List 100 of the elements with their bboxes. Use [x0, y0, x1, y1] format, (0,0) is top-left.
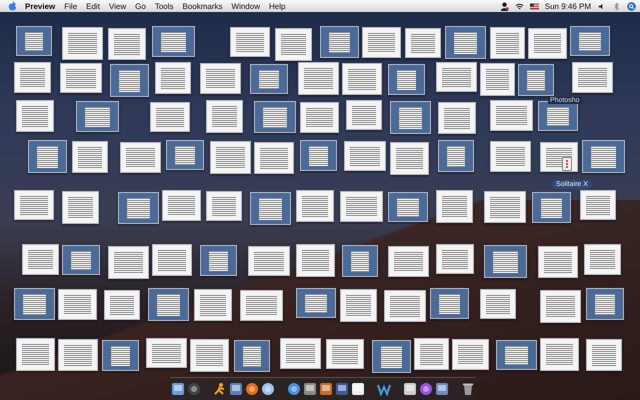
- window-thumbnail[interactable]: [58, 339, 98, 371]
- person-icon[interactable]: [500, 2, 509, 10]
- window-thumbnail[interactable]: [362, 27, 401, 58]
- window-thumbnail[interactable]: [72, 141, 108, 173]
- window-thumbnail[interactable]: [76, 101, 119, 132]
- window-thumbnail[interactable]: [538, 101, 578, 131]
- window-thumbnail[interactable]: [148, 288, 189, 321]
- window-thumbnail[interactable]: [280, 338, 321, 369]
- window-thumbnail[interactable]: [104, 290, 140, 320]
- window-thumbnail[interactable]: [346, 100, 382, 130]
- window-thumbnail[interactable]: [250, 192, 291, 225]
- menu-item[interactable]: Go: [135, 2, 146, 10]
- menu-item[interactable]: Window: [232, 2, 260, 10]
- bluetooth-icon[interactable]: [612, 2, 621, 10]
- window-thumbnail[interactable]: [62, 27, 103, 60]
- window-thumbnail[interactable]: [118, 192, 159, 224]
- window-thumbnail[interactable]: [586, 288, 624, 320]
- window-thumbnail[interactable]: [436, 244, 474, 274]
- window-thumbnail[interactable]: [572, 62, 613, 93]
- wifi-icon[interactable]: [514, 2, 524, 10]
- window-thumbnail[interactable]: [582, 140, 625, 173]
- window-thumbnail[interactable]: [108, 28, 146, 60]
- window-thumbnail[interactable]: [155, 62, 191, 94]
- window-thumbnail[interactable]: [342, 63, 382, 95]
- window-thumbnail[interactable]: [388, 246, 429, 277]
- window-thumbnail[interactable]: [480, 289, 516, 319]
- window-thumbnail[interactable]: [326, 339, 364, 369]
- window-thumbnail[interactable]: [372, 340, 411, 373]
- window-thumbnail[interactable]: [240, 290, 283, 321]
- window-thumbnail[interactable]: [22, 244, 59, 275]
- window-thumbnail[interactable]: [16, 100, 54, 132]
- app-menu[interactable]: Preview: [25, 2, 56, 10]
- window-thumbnail[interactable]: [110, 64, 149, 97]
- menu-clock[interactable]: Sun 9:46 PM: [544, 2, 591, 10]
- running-figure-icon[interactable]: [213, 382, 227, 396]
- window-thumbnail[interactable]: [518, 64, 554, 96]
- window-thumbnail[interactable]: [540, 338, 579, 371]
- window-thumbnail[interactable]: [384, 290, 426, 322]
- window-thumbnail[interactable]: [484, 245, 527, 278]
- window-thumbnail[interactable]: [586, 339, 622, 371]
- window-thumbnail[interactable]: [200, 63, 241, 94]
- window-thumbnail[interactable]: [190, 339, 229, 372]
- window-thumbnail[interactable]: [480, 63, 515, 96]
- window-thumbnail[interactable]: [540, 290, 581, 323]
- window-thumbnail[interactable]: [390, 101, 431, 134]
- window-thumbnail[interactable]: [430, 288, 469, 319]
- window-thumbnail[interactable]: [210, 141, 251, 174]
- window-thumbnail[interactable]: [438, 140, 474, 172]
- menu-item[interactable]: Bookmarks: [182, 2, 223, 10]
- window-thumbnail[interactable]: [298, 62, 339, 95]
- window-thumbnail[interactable]: [490, 100, 533, 131]
- window-thumbnail[interactable]: [206, 191, 242, 221]
- window-thumbnail[interactable]: [14, 190, 54, 220]
- window-thumbnail[interactable]: [152, 26, 195, 57]
- menu-item[interactable]: Edit: [86, 2, 100, 10]
- window-thumbnail[interactable]: [200, 245, 237, 276]
- window-thumbnail[interactable]: [254, 142, 294, 174]
- window-thumbnail[interactable]: [234, 340, 270, 372]
- letter-w-icon[interactable]: [377, 382, 391, 396]
- window-thumbnail[interactable]: [248, 246, 290, 276]
- menu-item[interactable]: View: [108, 2, 126, 10]
- window-thumbnail[interactable]: [484, 191, 526, 223]
- trash-icon[interactable]: [461, 382, 475, 396]
- window-thumbnail[interactable]: [584, 244, 621, 275]
- window-thumbnail[interactable]: [108, 246, 149, 279]
- flag-icon[interactable]: [530, 2, 539, 10]
- window-thumbnail[interactable]: [405, 28, 441, 58]
- window-thumbnail[interactable]: [445, 26, 486, 59]
- window-thumbnail[interactable]: [300, 140, 337, 171]
- window-thumbnail[interactable]: [254, 101, 296, 133]
- window-thumbnail[interactable]: [14, 288, 55, 320]
- window-thumbnail[interactable]: [162, 190, 201, 221]
- menu-item[interactable]: Tools: [154, 2, 174, 10]
- window-thumbnail[interactable]: [152, 244, 192, 276]
- window-thumbnail[interactable]: [296, 288, 336, 318]
- window-thumbnail[interactable]: [390, 142, 429, 175]
- window-thumbnail[interactable]: [296, 244, 335, 277]
- window-thumbnail[interactable]: [62, 191, 99, 224]
- window-thumbnail[interactable]: [16, 338, 55, 371]
- window-thumbnail[interactable]: [436, 62, 477, 92]
- window-thumbnail[interactable]: [296, 190, 334, 222]
- window-thumbnail[interactable]: [58, 289, 97, 320]
- window-thumbnail[interactable]: [150, 102, 190, 132]
- window-thumbnail[interactable]: [300, 102, 339, 133]
- playing-card-icon[interactable]: [562, 157, 572, 171]
- window-thumbnail[interactable]: [438, 102, 476, 134]
- menu-item[interactable]: Help: [268, 2, 286, 10]
- window-thumbnail[interactable]: [342, 245, 378, 277]
- window-thumbnail[interactable]: [496, 340, 537, 370]
- window-thumbnail[interactable]: [230, 27, 270, 57]
- window-thumbnail[interactable]: [340, 289, 377, 322]
- window-thumbnail[interactable]: [16, 26, 52, 56]
- window-thumbnail[interactable]: [344, 141, 386, 171]
- window-thumbnail[interactable]: [532, 192, 571, 223]
- window-thumbnail[interactable]: [120, 142, 161, 173]
- window-thumbnail[interactable]: [388, 192, 428, 222]
- window-thumbnail[interactable]: [28, 140, 67, 173]
- menu-item[interactable]: File: [64, 2, 78, 10]
- window-thumbnail[interactable]: [388, 64, 425, 95]
- window-thumbnail[interactable]: [62, 245, 100, 275]
